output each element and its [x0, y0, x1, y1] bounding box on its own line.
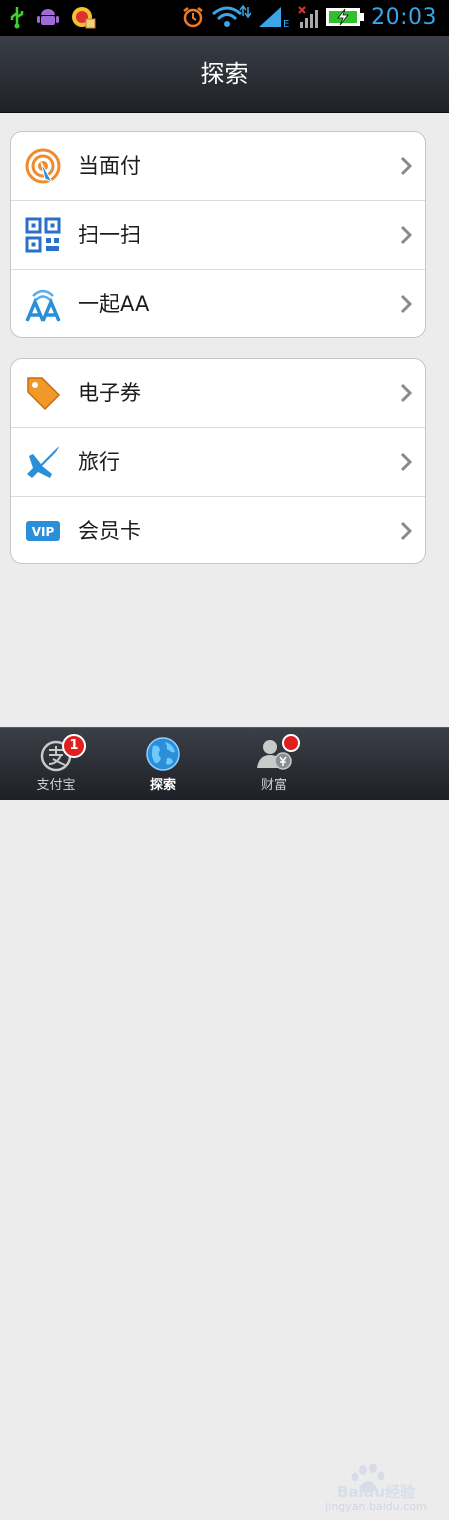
- tab-label: 支付宝: [36, 778, 76, 793]
- tab-label: 探索: [149, 778, 176, 793]
- svg-text:E: E: [283, 19, 289, 29]
- android-icon: [37, 9, 59, 25]
- watermark: Baidu经验 jingyan.baidu.com: [311, 1464, 441, 1520]
- face-pay-icon: [25, 148, 61, 184]
- notification-dot: [282, 734, 300, 752]
- wifi-icon: [212, 4, 252, 27]
- battery-charging-icon: [326, 8, 365, 26]
- chevron-right-icon: [400, 383, 413, 403]
- explore-group-services: 电子券 旅行 VIP 会员卡: [10, 358, 426, 564]
- globe-icon: [146, 737, 180, 771]
- menu-item-face-pay[interactable]: 当面付: [11, 132, 425, 201]
- baidu-paw-logo: Baidu经验: [337, 1464, 416, 1500]
- coupon-tag-icon: [27, 377, 61, 411]
- chevron-right-icon: [400, 225, 413, 245]
- signal-icon: E: [259, 7, 289, 29]
- menu-item-label: 旅行: [78, 450, 120, 474]
- menu-item-label: 当面付: [78, 154, 141, 178]
- status-bar: E 20:03: [0, 0, 449, 36]
- tab-explore[interactable]: 探索: [107, 728, 219, 800]
- menu-item-split-aa[interactable]: 一起AA: [11, 270, 425, 337]
- chevron-right-icon: [400, 452, 413, 472]
- tab-label: 财富: [260, 778, 287, 793]
- menu-item-vip-card[interactable]: VIP 会员卡: [11, 497, 425, 563]
- menu-item-scan[interactable]: 扫一扫: [11, 201, 425, 270]
- chevron-right-icon: [400, 521, 413, 541]
- airplane-icon: [27, 446, 59, 478]
- app-icon: [72, 7, 96, 29]
- menu-item-label: 电子券: [78, 381, 141, 405]
- vip-card-icon: VIP: [26, 521, 60, 541]
- tab-alipay[interactable]: 1 支付宝: [0, 728, 112, 800]
- menu-item-label: 扫一扫: [78, 223, 141, 247]
- chevron-right-icon: [400, 156, 413, 176]
- qr-scan-icon: [25, 217, 61, 253]
- watermark-url: jingyan.baidu.com: [325, 1500, 427, 1513]
- tab-wealth[interactable]: 财富: [218, 728, 330, 800]
- menu-item-coupon[interactable]: 电子券: [11, 359, 425, 428]
- menu-item-label: 会员卡: [78, 519, 141, 543]
- menu-item-travel[interactable]: 旅行: [11, 428, 425, 497]
- signal-off-icon: [298, 6, 319, 28]
- menu-item-label: 一起AA: [78, 292, 150, 316]
- tab-bar: 1 支付宝 探索 财富 Baidu经验 jingyan.baidu.com: [0, 727, 449, 1513]
- status-time: 20:03: [371, 4, 437, 30]
- usb-icon: [10, 7, 24, 29]
- page-title: 探索: [200, 60, 249, 88]
- notification-badge: 1: [62, 734, 86, 758]
- svg-text:Baidu经验: Baidu经验: [337, 1483, 416, 1500]
- chevron-right-icon: [400, 294, 413, 314]
- svg-text:VIP: VIP: [32, 525, 55, 539]
- explore-group-payments: 当面付 扫一扫 一起AA: [10, 131, 426, 338]
- split-aa-icon: [25, 289, 61, 322]
- nav-bar: 探索: [0, 36, 449, 113]
- alarm-icon: [183, 7, 203, 28]
